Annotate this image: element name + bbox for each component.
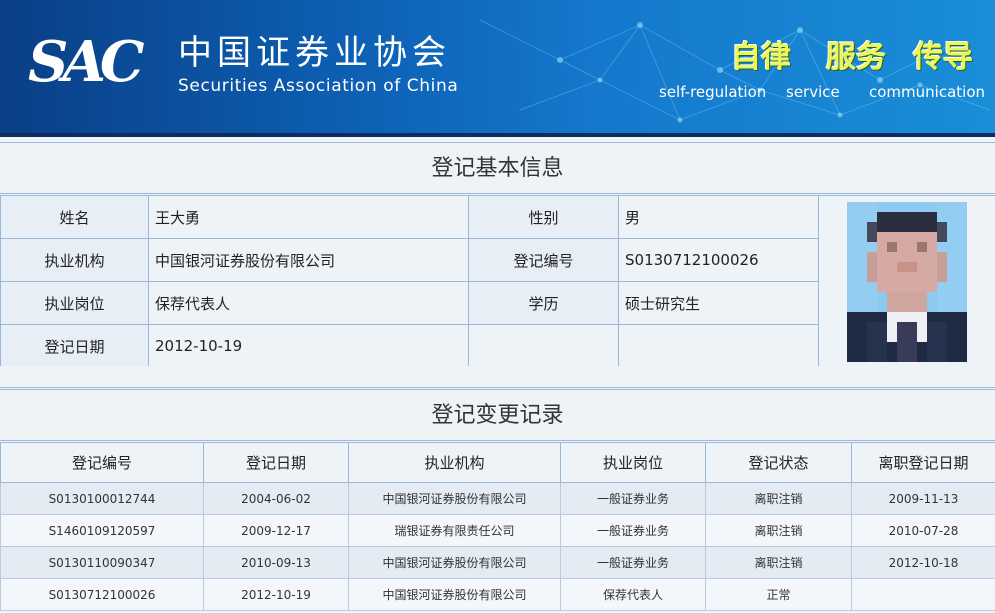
table-row: S1460109120597 2009-12-17 瑞银证券有限责任公司 一般证… xyxy=(0,514,995,547)
position-label: 执业岗位 xyxy=(0,281,149,325)
status-cell: 正常 xyxy=(705,578,852,611)
leave-date-cell: 2009-11-13 xyxy=(851,482,995,515)
position-cell: 一般证券业务 xyxy=(560,482,706,515)
institution-cell: 中国银河证券股份有限公司 xyxy=(348,546,561,579)
change-records-table: 登记编号 登记日期 执业机构 执业岗位 登记状态 离职登记日期 S0130100… xyxy=(0,442,995,611)
column-header-reg-date: 登记日期 xyxy=(203,442,349,483)
leave-date-cell: 2012-10-18 xyxy=(851,546,995,579)
header-banner: SAC 中国证券业协会 Securities Association of Ch… xyxy=(0,0,995,137)
position-cell: 一般证券业务 xyxy=(560,514,706,547)
org-name-cn: 中国证券业协会 xyxy=(178,33,451,73)
basic-info-row: 姓名 王大勇 性别 男 xyxy=(0,195,995,368)
reg-date-cell: 2012-10-19 xyxy=(203,578,349,611)
status-cell: 离职注销 xyxy=(705,482,852,515)
reg-no-value: S0130712100026 xyxy=(618,238,819,282)
slogan-service-en: service xyxy=(786,83,840,101)
position-value: 保荐代表人 xyxy=(148,281,469,325)
table-header-row: 登记编号 登记日期 执业机构 执业岗位 登记状态 离职登记日期 xyxy=(0,442,995,483)
reg-no-cell: S0130712100026 xyxy=(0,578,204,611)
basic-info-title: 登记基本信息 xyxy=(0,142,995,194)
institution-cell: 瑞银证券有限责任公司 xyxy=(348,514,561,547)
table-row: S0130110090347 2010-09-13 中国银河证券股份有限公司 一… xyxy=(0,546,995,579)
table-row: S0130100012744 2004-06-02 中国银河证券股份有限公司 一… xyxy=(0,482,995,515)
status-cell: 离职注销 xyxy=(705,546,852,579)
banner-divider xyxy=(0,133,995,137)
leave-date-cell: 2010-07-28 xyxy=(851,514,995,547)
reg-date-cell: 2010-09-13 xyxy=(203,546,349,579)
column-header-institution: 执业机构 xyxy=(348,442,561,483)
empty-cell xyxy=(468,324,619,368)
reg-date-label: 登记日期 xyxy=(0,324,149,368)
column-header-status: 登记状态 xyxy=(705,442,852,483)
reg-no-label: 登记编号 xyxy=(468,238,619,282)
table-row: S0130712100026 2012-10-19 中国银河证券股份有限公司 保… xyxy=(0,578,995,611)
gender-label: 性别 xyxy=(468,195,619,239)
column-header-leave-date: 离职登记日期 xyxy=(851,442,995,483)
empty-cell xyxy=(618,324,819,368)
institution-value: 中国银河证券股份有限公司 xyxy=(148,238,469,282)
photo-cell xyxy=(818,195,995,368)
reg-date-cell: 2004-06-02 xyxy=(203,482,349,515)
leave-date-cell xyxy=(851,578,995,611)
slogan-self-regulation-en: self-regulation xyxy=(659,83,767,101)
institution-cell: 中国银河证券股份有限公司 xyxy=(348,482,561,515)
reg-no-cell: S1460109120597 xyxy=(0,514,204,547)
slogan-self-regulation-cn: 自律 xyxy=(731,40,791,75)
institution-cell: 中国银河证券股份有限公司 xyxy=(348,578,561,611)
sac-logo: SAC xyxy=(28,29,144,95)
person-photo xyxy=(847,201,967,362)
column-header-position: 执业岗位 xyxy=(560,442,706,483)
change-records-title: 登记变更记录 xyxy=(0,389,995,441)
column-header-reg-no: 登记编号 xyxy=(0,442,204,483)
name-label: 姓名 xyxy=(0,195,149,239)
gender-value: 男 xyxy=(618,195,819,239)
position-cell: 保荐代表人 xyxy=(560,578,706,611)
reg-date-cell: 2009-12-17 xyxy=(203,514,349,547)
name-value: 王大勇 xyxy=(148,195,469,239)
basic-info-table: 姓名 王大勇 性别 男 执业机构 中国银河证券股份有限公司 登记编号 S0130… xyxy=(0,195,995,368)
institution-label: 执业机构 xyxy=(0,238,149,282)
status-cell: 离职注销 xyxy=(705,514,852,547)
education-value: 硕士研究生 xyxy=(618,281,819,325)
slogan-communication-cn: 传导 xyxy=(913,40,973,75)
org-name-en: Securities Association of China xyxy=(178,76,459,96)
reg-no-cell: S0130100012744 xyxy=(0,482,204,515)
section-spacer xyxy=(0,366,995,388)
slogan-service-cn: 服务 xyxy=(826,40,886,75)
education-label: 学历 xyxy=(468,281,619,325)
slogan-communication-en: communication xyxy=(869,83,986,101)
reg-date-value: 2012-10-19 xyxy=(148,324,469,368)
reg-no-cell: S0130110090347 xyxy=(0,546,204,579)
position-cell: 一般证券业务 xyxy=(560,546,706,579)
